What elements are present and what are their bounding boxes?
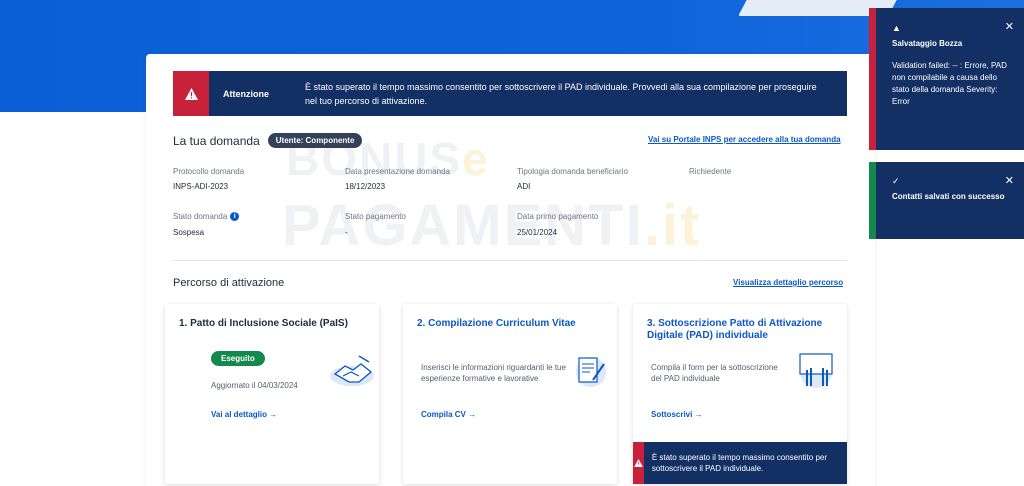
data-primo-pagamento-value: 25/01/2024 xyxy=(517,228,558,237)
stato-pagamento-label: Stato pagamento xyxy=(345,212,406,221)
tipologia-value: ADI xyxy=(517,182,531,191)
toast-contatti-salvati: ✓ ✕ Contatti salvati con successo xyxy=(869,162,1024,239)
step-warning-alert: È stato superato il tempo massimo consen… xyxy=(633,442,847,484)
dettaglio-percorso-link[interactable]: Visualizza dettaglio percorso xyxy=(733,278,843,287)
stato-domanda-value: Sospesa xyxy=(173,228,205,237)
stato-domanda-field: Stato domanda i xyxy=(173,212,240,222)
sottoscrivi-link[interactable]: Sottoscrivi → xyxy=(651,410,703,419)
status-badge: Eseguito xyxy=(211,351,265,366)
step-updated: Aggiornato il 04/03/2024 xyxy=(211,381,298,390)
stato-pagamento-value: - xyxy=(345,228,348,237)
toast-status-bar xyxy=(869,162,876,239)
user-role-badge: Utente: Componente xyxy=(267,133,363,148)
alert-message: È stato superato il tempo massimo consen… xyxy=(305,81,817,106)
protocollo-value: INPS-ADI-2023 xyxy=(173,182,229,191)
divider xyxy=(173,260,847,261)
watermark-line2: PAGAMENTI.it xyxy=(282,193,702,258)
stato-domanda-label: Stato domanda xyxy=(173,212,228,221)
richiedente-label: Richiedente xyxy=(689,167,732,176)
protocollo-label: Protocollo domanda xyxy=(173,167,245,176)
data-presentazione-label: Data presentazione domanda xyxy=(345,167,450,176)
step-title: 2. Compilazione Curriculum Vitae xyxy=(417,318,576,329)
warning-icon: ▲ xyxy=(892,23,901,33)
step-card-pad: 3. Sottoscrizione Patto di Attivazione D… xyxy=(633,304,847,484)
close-icon[interactable]: ✕ xyxy=(1005,174,1014,187)
portale-inps-link[interactable]: Vai su Portale INPS per accedere alla tu… xyxy=(648,135,841,144)
toast-status-bar xyxy=(869,8,876,150)
domanda-title: La tua domanda xyxy=(173,133,260,148)
domanda-header: La tua domanda Utente: Componente xyxy=(173,133,363,148)
step-card-pais: 1. Patto di Inclusione Sociale (PaIS) Es… xyxy=(165,304,379,484)
percorso-title: Percorso di attivazione xyxy=(173,277,285,289)
domanda-card: BONUSe PAGAMENTI.it Attenzione È stato s… xyxy=(146,54,875,486)
close-icon[interactable]: ✕ xyxy=(1005,20,1014,33)
compila-cv-link[interactable]: Compila CV → xyxy=(421,410,476,419)
alert-title: Attenzione xyxy=(223,88,269,99)
document-pen-icon xyxy=(573,352,607,393)
toast-title: Contatti salvati con successo xyxy=(892,192,1005,201)
step-title: 1. Patto di Inclusione Sociale (PaIS) xyxy=(179,318,348,329)
info-icon[interactable]: i xyxy=(230,212,240,222)
step-card-cv: 2. Compilazione Curriculum Vitae Inseris… xyxy=(403,304,617,484)
attention-alert: Attenzione È stato superato il tempo mas… xyxy=(173,71,847,116)
warning-icon xyxy=(173,71,209,116)
data-primo-pagamento-label: Data primo pagamento xyxy=(517,212,599,221)
data-presentazione-value: 18/12/2023 xyxy=(345,182,386,191)
handshake-icon xyxy=(329,352,375,393)
vai-al-dettaglio-link[interactable]: Vai al dettaglio → xyxy=(211,410,277,419)
step-description: Compila il form per la sottoscrizione de… xyxy=(651,363,778,383)
toast-body: Validation failed: -- : Errore, PAD non … xyxy=(892,61,1007,106)
warning-icon xyxy=(633,442,644,484)
signature-hands-icon xyxy=(795,350,837,395)
step-description: Inserisci le informazioni riguardanti le… xyxy=(421,363,566,383)
toast-salvataggio-bozza: ▲ ✕ Salvataggio Bozza Validation failed:… xyxy=(869,8,1024,150)
tipologia-label: Tipologia domanda beneficiario xyxy=(517,167,628,176)
toast-title: Salvataggio Bozza xyxy=(892,39,963,48)
step-warning-message: È stato superato il tempo massimo consen… xyxy=(651,453,828,473)
check-icon: ✓ xyxy=(892,176,900,186)
step-title: 3. Sottoscrizione Patto di Attivazione D… xyxy=(647,318,823,341)
